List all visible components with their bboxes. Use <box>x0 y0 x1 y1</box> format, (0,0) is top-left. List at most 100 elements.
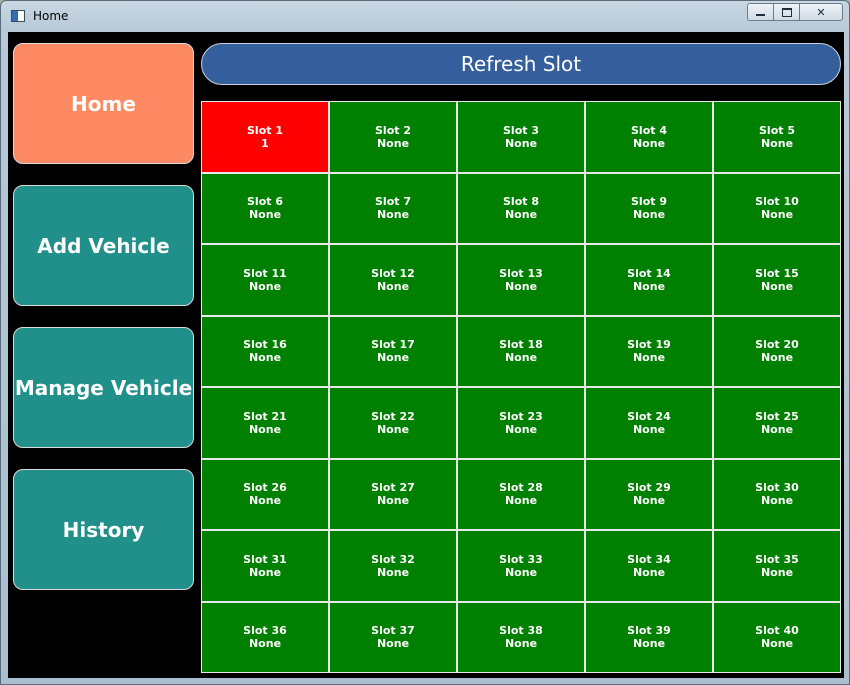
slot-label: Slot 14 <box>627 266 671 280</box>
slot-value: None <box>376 494 410 508</box>
slot-value: None <box>248 565 282 579</box>
slot-cell[interactable]: Slot 24 None <box>585 387 713 459</box>
slot-value: 1 <box>261 136 269 150</box>
slot-cell[interactable]: Slot 14 None <box>585 244 713 316</box>
slot-value: None <box>632 565 666 579</box>
slot-value: None <box>376 637 410 651</box>
slot-cell[interactable]: Slot 11 None <box>201 244 329 316</box>
slot-cell[interactable]: Slot 13 None <box>457 244 585 316</box>
slot-cell[interactable]: Slot 3 None <box>457 101 585 173</box>
slot-label: Slot 1 <box>247 123 283 137</box>
slot-cell[interactable]: Slot 4 None <box>585 101 713 173</box>
slot-cell[interactable]: Slot 6 None <box>201 172 329 244</box>
home-button[interactable]: Home <box>13 43 194 164</box>
slot-cell[interactable]: Slot 20 None <box>713 315 841 387</box>
slot-value: None <box>504 422 538 436</box>
slot-cell[interactable]: Slot 37 None <box>329 601 457 673</box>
slot-cell[interactable]: Slot 25 None <box>713 387 841 459</box>
slot-cell[interactable]: Slot 27 None <box>329 458 457 530</box>
slot-label: Slot 33 <box>499 552 543 566</box>
slot-label: Slot 18 <box>499 338 543 352</box>
slot-value: None <box>632 351 666 365</box>
slot-value: None <box>760 279 794 293</box>
slot-cell[interactable]: Slot 18 None <box>457 315 585 387</box>
slot-label: Slot 20 <box>755 338 799 352</box>
slot-cell[interactable]: Slot 33 None <box>457 530 585 602</box>
slot-value: None <box>376 208 410 222</box>
slot-label: Slot 39 <box>627 624 671 638</box>
slot-label: Slot 11 <box>243 266 287 280</box>
slot-label: Slot 37 <box>371 624 415 638</box>
slot-label: Slot 28 <box>499 481 543 495</box>
slot-value: None <box>248 351 282 365</box>
slot-cell[interactable]: Slot 31 None <box>201 530 329 602</box>
maximize-button[interactable] <box>773 3 799 21</box>
slot-label: Slot 8 <box>503 195 539 209</box>
slot-cell[interactable]: Slot 40 None <box>713 601 841 673</box>
window-title: Home <box>33 9 69 23</box>
slot-cell[interactable]: Slot 34 None <box>585 530 713 602</box>
slot-cell[interactable]: Slot 15 None <box>713 244 841 316</box>
slot-cell[interactable]: Slot 23 None <box>457 387 585 459</box>
slot-cell[interactable]: Slot 21 None <box>201 387 329 459</box>
slot-value: None <box>760 351 794 365</box>
slot-label: Slot 13 <box>499 266 543 280</box>
slot-value: None <box>376 422 410 436</box>
slot-label: Slot 2 <box>375 123 411 137</box>
slot-cell[interactable]: Slot 12 None <box>329 244 457 316</box>
slot-cell[interactable]: Slot 9 None <box>585 172 713 244</box>
history-button[interactable]: History <box>13 469 194 590</box>
slot-label: Slot 4 <box>631 123 667 137</box>
minimize-button[interactable] <box>747 3 773 21</box>
slot-cell[interactable]: Slot 19 None <box>585 315 713 387</box>
maximize-icon <box>781 7 792 17</box>
slot-value: None <box>504 279 538 293</box>
slot-value: None <box>248 279 282 293</box>
slot-cell[interactable]: Slot 30 None <box>713 458 841 530</box>
slot-label: Slot 23 <box>499 409 543 423</box>
slot-label: Slot 19 <box>627 338 671 352</box>
slot-value: None <box>632 279 666 293</box>
slot-cell[interactable]: Slot 10 None <box>713 172 841 244</box>
slot-cell[interactable]: Slot 26 None <box>201 458 329 530</box>
slot-cell[interactable]: Slot 7 None <box>329 172 457 244</box>
slot-label: Slot 21 <box>243 409 287 423</box>
slot-label: Slot 26 <box>243 481 287 495</box>
slot-label: Slot 16 <box>243 338 287 352</box>
slot-cell[interactable]: Slot 17 None <box>329 315 457 387</box>
slot-label: Slot 25 <box>755 409 799 423</box>
slot-cell[interactable]: Slot 38 None <box>457 601 585 673</box>
slot-cell[interactable]: Slot 32 None <box>329 530 457 602</box>
close-icon: ✕ <box>816 5 826 19</box>
title-bar[interactable]: Home ✕ <box>1 1 849 31</box>
slot-cell[interactable]: Slot 16 None <box>201 315 329 387</box>
slot-label: Slot 9 <box>631 195 667 209</box>
slot-cell[interactable]: Slot 35 None <box>713 530 841 602</box>
slot-value: None <box>504 136 538 150</box>
slot-cell[interactable]: Slot 8 None <box>457 172 585 244</box>
slot-value: None <box>760 565 794 579</box>
slot-cell[interactable]: Slot 29 None <box>585 458 713 530</box>
refresh-slot-button[interactable]: Refresh Slot <box>201 43 841 85</box>
slot-cell[interactable]: Slot 11 <box>201 101 329 173</box>
slot-label: Slot 36 <box>243 624 287 638</box>
slot-label: Slot 35 <box>755 552 799 566</box>
slot-cell[interactable]: Slot 36 None <box>201 601 329 673</box>
slot-label: Slot 30 <box>755 481 799 495</box>
slot-cell[interactable]: Slot 39 None <box>585 601 713 673</box>
manage-vehicle-button[interactable]: Manage Vehicle <box>13 327 194 448</box>
close-button[interactable]: ✕ <box>799 3 843 21</box>
slot-value: None <box>632 637 666 651</box>
slot-value: None <box>504 637 538 651</box>
slot-label: Slot 3 <box>503 123 539 137</box>
slot-cell[interactable]: Slot 2 None <box>329 101 457 173</box>
slot-label: Slot 40 <box>755 624 799 638</box>
slot-value: None <box>632 136 666 150</box>
add-vehicle-button[interactable]: Add Vehicle <box>13 185 194 306</box>
slot-cell[interactable]: Slot 5 None <box>713 101 841 173</box>
slot-value: None <box>376 279 410 293</box>
slot-label: Slot 38 <box>499 624 543 638</box>
slot-cell[interactable]: Slot 28 None <box>457 458 585 530</box>
slot-cell[interactable]: Slot 22 None <box>329 387 457 459</box>
slot-value: None <box>504 208 538 222</box>
